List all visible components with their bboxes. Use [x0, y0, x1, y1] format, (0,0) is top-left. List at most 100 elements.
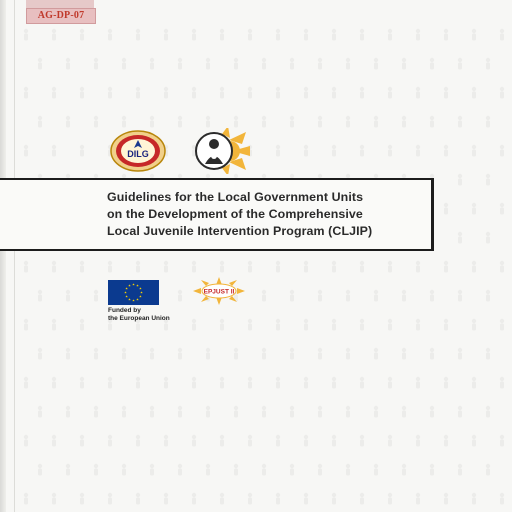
pattern-figure — [359, 318, 365, 331]
pattern-figure — [317, 463, 323, 476]
pattern-figure — [443, 202, 449, 215]
pattern-figure — [499, 376, 505, 389]
pattern-figure — [429, 115, 435, 128]
eu-star — [125, 287, 128, 290]
pattern-figure — [135, 260, 141, 273]
pattern-figure — [275, 86, 281, 99]
pattern-figure — [191, 28, 197, 41]
pattern-figure — [163, 28, 169, 41]
pattern-figure — [177, 289, 183, 302]
pattern-figure — [205, 115, 211, 128]
eu-stars-icon — [124, 283, 143, 302]
pattern-figure — [51, 376, 57, 389]
eu-star — [136, 298, 139, 301]
pattern-figure — [457, 231, 463, 244]
pattern-figure — [163, 376, 169, 389]
dilg-logo-text: DILG — [127, 149, 149, 159]
pattern-figure — [443, 376, 449, 389]
pattern-figure — [373, 289, 379, 302]
eu-star — [139, 295, 142, 298]
pattern-figure — [289, 289, 295, 302]
pattern-figure — [373, 347, 379, 360]
pattern-figure — [345, 115, 351, 128]
pattern-figure — [289, 57, 295, 70]
pattern-figure — [233, 115, 239, 128]
pattern-figure — [23, 376, 29, 389]
pattern-figure — [485, 463, 491, 476]
title-line-1: Guidelines for the Local Government Unit… — [107, 190, 364, 204]
pattern-figure — [415, 318, 421, 331]
pattern-figure — [191, 318, 197, 331]
pattern-figure — [331, 318, 337, 331]
pattern-figure — [429, 289, 435, 302]
pattern-figure — [303, 86, 309, 99]
pattern-figure — [149, 347, 155, 360]
pattern-figure — [289, 347, 295, 360]
title-panel: Guidelines for the Local Government Unit… — [0, 178, 434, 251]
pattern-figure — [443, 492, 449, 505]
pattern-figure — [191, 376, 197, 389]
book-cover: AG-DP-07 DILG Guidelines for the Local G… — [0, 0, 512, 512]
pattern-figure — [485, 289, 491, 302]
pattern-figure — [247, 260, 253, 273]
pattern-figure — [471, 28, 477, 41]
pattern-figure — [93, 115, 99, 128]
pattern-figure — [471, 376, 477, 389]
pattern-figure — [149, 463, 155, 476]
pattern-figure — [261, 57, 267, 70]
pattern-figure — [135, 86, 141, 99]
pattern-figure — [401, 115, 407, 128]
pattern-figure — [443, 260, 449, 273]
pattern-figure — [205, 405, 211, 418]
pattern-figure — [163, 260, 169, 273]
funding-line-2: the European Union — [108, 315, 170, 322]
pattern-figure — [359, 492, 365, 505]
pattern-figure — [233, 347, 239, 360]
pattern-figure — [247, 318, 253, 331]
pattern-figure — [149, 405, 155, 418]
pattern-figure — [79, 260, 85, 273]
pattern-figure — [79, 376, 85, 389]
pattern-figure — [359, 376, 365, 389]
pattern-figure — [303, 260, 309, 273]
pattern-figure — [387, 492, 393, 505]
pattern-figure — [219, 492, 225, 505]
pattern-figure — [149, 57, 155, 70]
pattern-figure — [93, 57, 99, 70]
pattern-figure — [345, 463, 351, 476]
pattern-figure — [37, 405, 43, 418]
pattern-figure — [51, 144, 57, 157]
pattern-figure — [415, 260, 421, 273]
pattern-figure — [457, 463, 463, 476]
pattern-figure — [79, 318, 85, 331]
eu-star — [140, 291, 143, 294]
pattern-figure — [485, 231, 491, 244]
pattern-figure — [387, 318, 393, 331]
pattern-figure — [457, 289, 463, 302]
pattern-figure — [387, 144, 393, 157]
pattern-figure — [121, 347, 127, 360]
pattern-figure — [261, 115, 267, 128]
pattern-figure — [471, 434, 477, 447]
library-label-tab — [26, 0, 94, 8]
pattern-figure — [261, 405, 267, 418]
pattern-figure — [65, 347, 71, 360]
pattern-figure — [387, 28, 393, 41]
pattern-figure — [303, 434, 309, 447]
pattern-figure — [471, 260, 477, 273]
pattern-figure — [135, 28, 141, 41]
eu-star — [132, 283, 135, 286]
pattern-figure — [471, 318, 477, 331]
pattern-figure — [177, 463, 183, 476]
pattern-figure — [471, 86, 477, 99]
pattern-figure — [121, 463, 127, 476]
pattern-figure — [191, 434, 197, 447]
pattern-figure — [107, 86, 113, 99]
pattern-figure — [219, 434, 225, 447]
pattern-figure — [65, 289, 71, 302]
pattern-figure — [275, 376, 281, 389]
pattern-figure — [37, 463, 43, 476]
pattern-figure — [289, 405, 295, 418]
pattern-figure — [219, 28, 225, 41]
call-number-text: AG-DP-07 — [37, 10, 85, 21]
